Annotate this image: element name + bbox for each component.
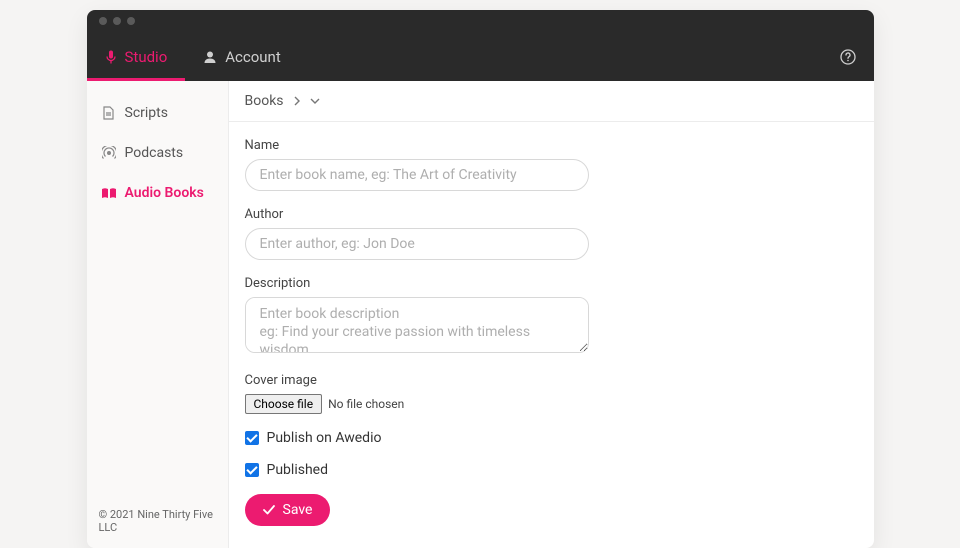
document-icon (101, 106, 117, 120)
traffic-light-dot (99, 17, 107, 25)
description-group: Description (245, 276, 858, 357)
sidebar-item-audio-books[interactable]: Audio Books (87, 173, 228, 213)
breadcrumb-root[interactable]: Books (245, 93, 284, 109)
sidebar-item-label: Audio Books (125, 185, 204, 201)
sidebar-item-label: Podcasts (125, 145, 184, 161)
author-input[interactable] (245, 228, 589, 260)
traffic-light-dot (127, 17, 135, 25)
chevron-right-icon (294, 96, 300, 106)
tab-account[interactable]: Account (185, 32, 299, 81)
save-button-label: Save (283, 502, 313, 518)
cover-group: Cover image Choose file No file chosen (245, 373, 858, 414)
top-nav: Studio Account (87, 32, 874, 81)
file-chosen-text: No file chosen (328, 397, 404, 411)
publish-awedio-checkbox[interactable] (245, 431, 259, 445)
breadcrumb: Books (229, 81, 874, 122)
cover-label: Cover image (245, 373, 858, 388)
published-checkbox[interactable] (245, 463, 259, 477)
microphone-icon (105, 50, 117, 64)
sidebar: Scripts Podcasts (87, 81, 229, 548)
author-label: Author (245, 207, 858, 222)
sidebar-menu: Scripts Podcasts (87, 81, 228, 498)
book-form: Name Author Description Cover image Choo… (229, 122, 874, 548)
tab-studio[interactable]: Studio (87, 32, 186, 81)
name-group: Name (245, 138, 858, 191)
name-input[interactable] (245, 159, 589, 191)
window-chrome (87, 10, 874, 32)
save-button[interactable]: Save (245, 494, 331, 526)
check-icon (263, 505, 275, 515)
sidebar-item-scripts[interactable]: Scripts (87, 93, 228, 133)
name-label: Name (245, 138, 858, 153)
publish-awedio-label: Publish on Awedio (267, 430, 382, 446)
tab-account-label: Account (225, 48, 281, 66)
help-button[interactable] (822, 32, 874, 81)
app-body: Scripts Podcasts (87, 81, 874, 548)
publish-awedio-row: Publish on Awedio (245, 430, 858, 446)
sidebar-item-podcasts[interactable]: Podcasts (87, 133, 228, 173)
tab-studio-label: Studio (125, 48, 168, 66)
description-input[interactable] (245, 297, 589, 353)
traffic-light-dot (113, 17, 121, 25)
main-content: Books Name Author (229, 81, 874, 548)
breadcrumb-dropdown[interactable] (310, 98, 320, 104)
published-label: Published (267, 462, 328, 478)
description-label: Description (245, 276, 858, 291)
person-icon (203, 50, 217, 64)
app-window: Studio Account (87, 10, 874, 548)
choose-file-button[interactable]: Choose file (245, 394, 323, 414)
sidebar-footer: © 2021 Nine Thirty Five LLC (87, 498, 228, 548)
help-icon (840, 49, 856, 65)
author-group: Author (245, 207, 858, 260)
sidebar-item-label: Scripts (125, 105, 168, 121)
audio-book-icon (101, 187, 117, 200)
published-row: Published (245, 462, 858, 478)
podcast-icon (101, 146, 117, 160)
